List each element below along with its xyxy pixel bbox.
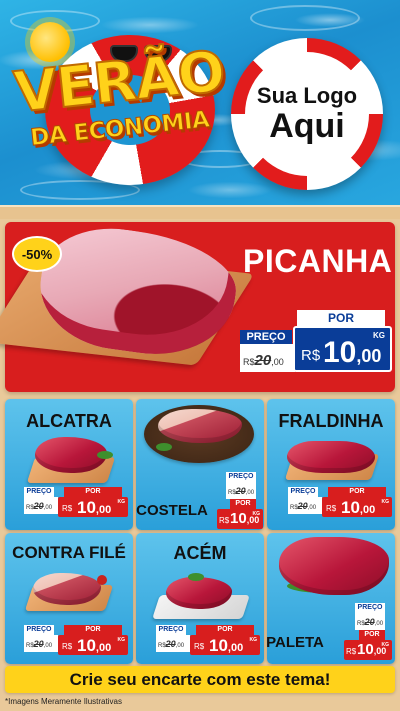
old-price-box: R$20,00 bbox=[240, 344, 295, 372]
new-price-box: R$ 10,00 KG bbox=[58, 497, 128, 517]
discount-badge: -50% bbox=[12, 236, 62, 272]
currency-symbol: R$ bbox=[219, 516, 230, 525]
tomato-garnish bbox=[97, 575, 107, 585]
new-price-box: R$ 10,00 KG bbox=[344, 640, 392, 660]
price-tag: PREÇO R$20,00 POR R$ 10,00 KG bbox=[344, 603, 395, 660]
price-tag: PREÇO R$20,00 POR R$ 10,00 KG bbox=[217, 472, 264, 529]
price-tag: PREÇO R$20,00 POR R$ 10,00 KG bbox=[288, 487, 392, 517]
logo-text-line2: Aqui bbox=[269, 107, 345, 146]
old-price: R$20,00 bbox=[26, 639, 53, 649]
new-price-label: POR bbox=[297, 310, 385, 326]
product-name: FRALDINHA bbox=[278, 411, 384, 431]
old-price-label: PREÇO bbox=[240, 330, 292, 344]
unit-label: KG bbox=[252, 511, 261, 517]
disclaimer-text: *Imagens Meramente Ilustrativas bbox=[5, 697, 122, 706]
old-price: R$20,00 bbox=[243, 352, 284, 369]
old-price: R$20,00 bbox=[228, 486, 255, 496]
product-name: COSTELA bbox=[136, 502, 208, 519]
pool-header: VERÃO DA ECONOMIA Sua Logo Aqui bbox=[0, 0, 400, 215]
cta-banner[interactable]: Crie seu encarte com este tema! bbox=[5, 666, 395, 693]
new-price-label: POR bbox=[64, 487, 122, 497]
product-card-alcatra[interactable]: ALCATRA PREÇO R$20,00 POR R$ 10,00 KG bbox=[5, 399, 133, 530]
new-price: 10,00 bbox=[77, 498, 112, 517]
herb-garnish bbox=[156, 443, 172, 451]
new-price-label: POR bbox=[230, 499, 256, 509]
old-price: R$20,00 bbox=[290, 501, 317, 511]
price-tag: PREÇO R$20,00 POR R$ 10,00 KG bbox=[24, 487, 128, 517]
unit-label: KG bbox=[381, 642, 390, 648]
product-card-costela[interactable]: COSTELA PREÇO R$20,00 POR R$ 10,00 KG bbox=[136, 399, 264, 530]
featured-price-tag: PREÇO R$20,00 POR R$ 10,00 KG bbox=[240, 310, 392, 372]
old-price: R$20,00 bbox=[26, 501, 53, 511]
new-price-box: R$ 10,00 KG bbox=[322, 497, 392, 517]
featured-product-name: PICANHA bbox=[243, 243, 393, 279]
old-price-box: R$20,00 bbox=[24, 635, 58, 652]
product-card-paleta[interactable]: PALETA PREÇO R$20,00 POR R$ 10,00 KG bbox=[267, 533, 395, 664]
new-price-box: R$ 10,00 KG bbox=[217, 509, 263, 529]
herb-garnish bbox=[97, 451, 113, 459]
sand-divider bbox=[0, 205, 400, 219]
product-name: ALCATRA bbox=[26, 411, 112, 431]
logo-placeholder[interactable]: Sua Logo Aqui bbox=[245, 52, 369, 176]
new-price: 10,00 bbox=[77, 636, 112, 655]
new-price: 10,00 bbox=[341, 498, 376, 517]
currency-symbol: R$ bbox=[62, 642, 73, 651]
currency-symbol: R$ bbox=[62, 504, 73, 513]
old-price: R$20,00 bbox=[158, 639, 185, 649]
old-price-label: PREÇO bbox=[24, 625, 54, 635]
old-price-box: R$20,00 bbox=[288, 497, 322, 514]
product-card-acem[interactable]: ACÉM PREÇO R$20,00 POR R$ 10,00 KG bbox=[136, 533, 264, 664]
water-ripple bbox=[250, 5, 360, 31]
price-tag: PREÇO R$20,00 POR R$ 10,00 KG bbox=[156, 625, 260, 655]
product-name: ACÉM bbox=[173, 543, 227, 563]
product-name: PALETA bbox=[267, 634, 324, 651]
currency-symbol: R$ bbox=[326, 504, 337, 513]
old-price-box: R$20,00 bbox=[226, 482, 256, 499]
old-price-label: PREÇO bbox=[226, 472, 256, 482]
old-price-label: PREÇO bbox=[24, 487, 54, 497]
old-price-label: PREÇO bbox=[355, 603, 385, 613]
new-price: 10,00 bbox=[209, 636, 244, 655]
old-price: R$20,00 bbox=[357, 617, 384, 627]
acem-image bbox=[166, 577, 232, 609]
new-price-label: POR bbox=[328, 487, 386, 497]
currency-symbol: R$ bbox=[346, 647, 357, 656]
unit-label: KG bbox=[117, 637, 126, 643]
unit-label: KG bbox=[373, 331, 385, 340]
new-price-box: R$ 10,00 KG bbox=[293, 326, 392, 372]
new-price-box: R$ 10,00 KG bbox=[190, 635, 260, 655]
product-name: CONTRA FILÉ bbox=[12, 543, 126, 562]
herb-garnish bbox=[188, 573, 204, 581]
currency-symbol: R$ bbox=[301, 347, 321, 364]
contra-file-image bbox=[33, 573, 101, 605]
old-price-box: R$20,00 bbox=[156, 635, 190, 652]
new-price: 10,00 bbox=[323, 336, 382, 369]
fraldinha-image bbox=[287, 441, 375, 473]
paleta-image bbox=[279, 537, 389, 595]
old-price-box: R$20,00 bbox=[355, 613, 385, 630]
old-price-label: PREÇO bbox=[156, 625, 186, 635]
new-price-label: POR bbox=[64, 625, 122, 635]
logo-lifebuoy: Sua Logo Aqui bbox=[231, 38, 383, 190]
new-price-label: POR bbox=[196, 625, 254, 635]
old-price-box: R$20,00 bbox=[24, 497, 58, 514]
product-card-fraldinha[interactable]: FRALDINHA PREÇO R$20,00 POR R$ 10,00 KG bbox=[267, 399, 395, 530]
costela-image bbox=[158, 409, 242, 443]
product-card-contra-file[interactable]: CONTRA FILÉ PREÇO R$20,00 POR R$ 10,00 K… bbox=[5, 533, 133, 664]
new-price-label: POR bbox=[359, 630, 385, 640]
old-price-label: PREÇO bbox=[288, 487, 318, 497]
logo-text-line1: Sua Logo bbox=[256, 83, 358, 109]
unit-label: KG bbox=[381, 499, 390, 505]
new-price-box: R$ 10,00 KG bbox=[58, 635, 128, 655]
price-tag: PREÇO R$20,00 POR R$ 10,00 KG bbox=[24, 625, 128, 655]
currency-symbol: R$ bbox=[194, 642, 205, 651]
unit-label: KG bbox=[249, 637, 258, 643]
unit-label: KG bbox=[117, 499, 126, 505]
